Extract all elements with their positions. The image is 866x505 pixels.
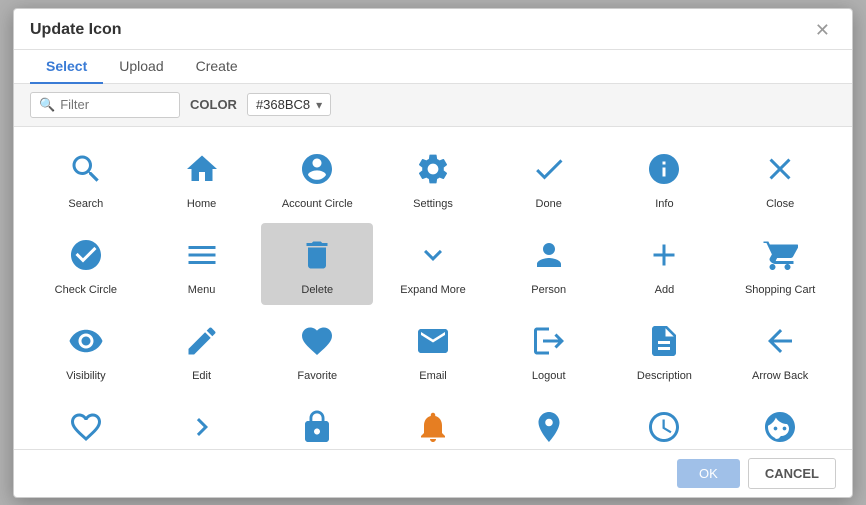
icon-cell-lock[interactable]: Lock — [261, 395, 373, 448]
account-circle-icon — [295, 147, 339, 191]
notifications-icon — [411, 405, 455, 448]
icon-cell-close[interactable]: Close — [724, 137, 836, 219]
favorite-icon — [295, 319, 339, 363]
menu-icon-label: Menu — [188, 283, 216, 297]
icon-cell-search[interactable]: Search — [30, 137, 142, 219]
icon-cell-check-circle[interactable]: Check Circle — [30, 223, 142, 305]
person-icon — [527, 233, 571, 277]
icon-cell-chevron-right[interactable]: Chevron Right — [146, 395, 258, 448]
tab-upload[interactable]: Upload — [103, 50, 179, 84]
schedule-icon — [642, 405, 686, 448]
shopping-cart-icon — [758, 233, 802, 277]
dialog-title: Update Icon — [30, 21, 122, 39]
account-circle-icon-label: Account Circle — [282, 197, 353, 211]
dialog-overlay: Update Icon ✕ Select Upload Create 🔍 COL… — [0, 0, 866, 505]
close-icon-label: Close — [766, 197, 794, 211]
filter-row: 🔍 COLOR #368BC8 ▾ — [14, 84, 852, 127]
color-dropdown-arrow[interactable]: ▾ — [316, 98, 322, 112]
filter-input[interactable] — [60, 97, 171, 112]
favorite-icon-label: Favorite — [297, 369, 337, 383]
edit-icon-label: Edit — [192, 369, 211, 383]
icon-cell-email[interactable]: Email — [377, 309, 489, 391]
icon-cell-done[interactable]: Done — [493, 137, 605, 219]
icon-cell-delete[interactable]: Delete — [261, 223, 373, 305]
expand-more-icon — [411, 233, 455, 277]
visibility-icon — [64, 319, 108, 363]
expand-more-icon-label: Expand More — [400, 283, 465, 297]
color-label: COLOR — [190, 97, 237, 112]
icon-cell-description[interactable]: Description — [609, 309, 721, 391]
icon-cell-home[interactable]: Home — [146, 137, 258, 219]
shopping-cart-icon-label: Shopping Cart — [745, 283, 815, 297]
tab-select[interactable]: Select — [30, 50, 103, 84]
icon-cell-info[interactable]: Info — [609, 137, 721, 219]
favorite-border-icon — [64, 405, 108, 448]
description-icon — [642, 319, 686, 363]
ok-button[interactable]: OK — [677, 459, 740, 488]
check-circle-icon-label: Check Circle — [55, 283, 117, 297]
location-on-icon — [527, 405, 571, 448]
color-select-wrap[interactable]: #368BC8 ▾ — [247, 93, 331, 116]
icon-cell-schedule[interactable]: Schedule — [609, 395, 721, 448]
search-icon-label: Search — [68, 197, 103, 211]
lock-icon — [295, 405, 339, 448]
dialog-header: Update Icon ✕ — [14, 9, 852, 50]
icon-cell-favorite[interactable]: Favorite — [261, 309, 373, 391]
settings-icon-label: Settings — [413, 197, 453, 211]
delete-icon-label: Delete — [301, 283, 333, 297]
edit-icon — [180, 319, 224, 363]
icon-cell-face[interactable]: Face — [724, 395, 836, 448]
icon-cell-settings[interactable]: Settings — [377, 137, 489, 219]
icon-cell-visibility[interactable]: Visibility — [30, 309, 142, 391]
info-icon — [642, 147, 686, 191]
arrow-back-icon — [758, 319, 802, 363]
email-icon — [411, 319, 455, 363]
arrow-back-icon-label: Arrow Back — [752, 369, 808, 383]
icon-cell-expand-more[interactable]: Expand More — [377, 223, 489, 305]
logout-icon — [527, 319, 571, 363]
done-icon-label: Done — [536, 197, 562, 211]
check-circle-icon — [64, 233, 108, 277]
icon-cell-person[interactable]: Person — [493, 223, 605, 305]
face-icon — [758, 405, 802, 448]
icons-area[interactable]: Search Home Account Circle — [14, 127, 852, 449]
icon-cell-account-circle[interactable]: Account Circle — [261, 137, 373, 219]
search-icon — [64, 147, 108, 191]
dialog-tabs: Select Upload Create — [14, 50, 852, 84]
icon-cell-logout[interactable]: Logout — [493, 309, 605, 391]
icons-grid: Search Home Account Circle — [30, 137, 836, 449]
color-value: #368BC8 — [256, 97, 310, 112]
tab-create[interactable]: Create — [180, 50, 254, 84]
icon-cell-notifications[interactable]: Notifications — [377, 395, 489, 448]
description-icon-label: Description — [637, 369, 692, 383]
visibility-icon-label: Visibility — [66, 369, 106, 383]
icon-cell-favorite-border[interactable]: Favorite Border — [30, 395, 142, 448]
chevron-right-icon — [180, 405, 224, 448]
icon-cell-menu[interactable]: Menu — [146, 223, 258, 305]
update-icon-dialog: Update Icon ✕ Select Upload Create 🔍 COL… — [13, 8, 853, 498]
filter-search-icon: 🔍 — [39, 97, 55, 113]
icon-cell-location-on[interactable]: Location On — [493, 395, 605, 448]
info-icon-label: Info — [655, 197, 673, 211]
logout-icon-label: Logout — [532, 369, 566, 383]
icon-cell-add[interactable]: Add — [609, 223, 721, 305]
dialog-footer: OK CANCEL — [14, 449, 852, 497]
add-icon — [642, 233, 686, 277]
filter-input-wrap: 🔍 — [30, 92, 180, 118]
delete-icon — [295, 233, 339, 277]
settings-icon — [411, 147, 455, 191]
add-icon-label: Add — [655, 283, 675, 297]
home-icon-label: Home — [187, 197, 216, 211]
icon-cell-arrow-back[interactable]: Arrow Back — [724, 309, 836, 391]
home-icon — [180, 147, 224, 191]
close-button[interactable]: ✕ — [809, 19, 836, 41]
icon-cell-edit[interactable]: Edit — [146, 309, 258, 391]
done-icon — [527, 147, 571, 191]
icon-cell-shopping-cart[interactable]: Shopping Cart — [724, 223, 836, 305]
email-icon-label: Email — [419, 369, 447, 383]
person-icon-label: Person — [531, 283, 566, 297]
menu-icon — [180, 233, 224, 277]
cancel-button[interactable]: CANCEL — [748, 458, 836, 489]
close-icon — [758, 147, 802, 191]
